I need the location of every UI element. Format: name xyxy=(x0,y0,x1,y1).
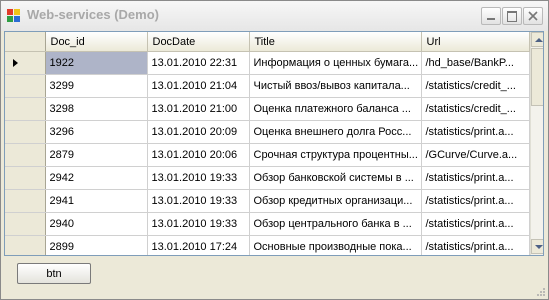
cell-docdate[interactable]: 13.01.2010 20:09 xyxy=(147,120,250,144)
table-row[interactable]: 2941 13.01.2010 19:33 Обзор кредитных ор… xyxy=(5,189,530,213)
row-header[interactable] xyxy=(5,212,46,236)
column-header-title[interactable]: Title xyxy=(249,32,422,52)
row-pointer-icon xyxy=(13,59,18,67)
cell-docdate[interactable]: 13.01.2010 21:00 xyxy=(147,97,250,121)
cell-docdate[interactable]: 13.01.2010 17:24 xyxy=(147,235,250,255)
column-header-docdate[interactable]: DocDate xyxy=(147,32,250,52)
row-header[interactable] xyxy=(5,235,46,255)
cell-title[interactable]: Чистый ввоз/вывоз капитала... xyxy=(249,74,422,98)
header-row: Doc_id DocDate Title Url xyxy=(5,32,530,52)
cell-title[interactable]: Обзор центрального банка в ... xyxy=(249,212,422,236)
cell-doc-id[interactable]: 2899 xyxy=(45,235,148,255)
cell-title[interactable]: Основные производные пока... xyxy=(249,235,422,255)
cell-url[interactable]: /hd_base/BankP... xyxy=(421,51,530,75)
row-header[interactable] xyxy=(5,143,46,167)
maximize-button[interactable] xyxy=(502,7,522,25)
row-header[interactable] xyxy=(5,120,46,144)
cell-title[interactable]: Оценка внешнего долга Росс... xyxy=(249,120,422,144)
close-icon xyxy=(528,11,538,21)
cell-docdate[interactable]: 13.01.2010 19:33 xyxy=(147,189,250,213)
cell-title[interactable]: Информация о ценных бумага... xyxy=(249,51,422,75)
minimize-icon xyxy=(487,18,495,20)
cell-title[interactable]: Оценка платежного баланса ... xyxy=(249,97,422,121)
cell-title[interactable]: Обзор банковской системы в ... xyxy=(249,166,422,190)
column-header-url[interactable]: Url xyxy=(421,32,530,52)
cell-docdate[interactable]: 13.01.2010 20:06 xyxy=(147,143,250,167)
minimize-button[interactable] xyxy=(481,7,501,25)
row-header[interactable] xyxy=(5,189,46,213)
table-row[interactable]: 1922 13.01.2010 22:31 Информация о ценны… xyxy=(5,51,530,75)
table-row[interactable]: 2879 13.01.2010 20:06 Срочная структура … xyxy=(5,143,530,167)
cell-url[interactable]: /statistics/print.a... xyxy=(421,189,530,213)
scroll-thumb[interactable] xyxy=(531,48,543,106)
table-row[interactable]: 2940 13.01.2010 19:33 Обзор центрального… xyxy=(5,212,530,236)
scroll-down-button[interactable] xyxy=(531,239,543,254)
arrow-down-icon xyxy=(535,245,543,249)
table-row[interactable]: 3298 13.01.2010 21:00 Оценка платежного … xyxy=(5,97,530,121)
cell-doc-id[interactable]: 3296 xyxy=(45,120,148,144)
maximize-icon xyxy=(507,11,517,22)
cell-docdate[interactable]: 13.01.2010 21:04 xyxy=(147,74,250,98)
table-row[interactable]: 2899 13.01.2010 17:24 Основные производн… xyxy=(5,235,530,255)
app-icon xyxy=(7,9,21,23)
app-window: Web-services (Demo) Doc_id DocDate Title xyxy=(0,0,549,300)
cell-url[interactable]: /statistics/credit_... xyxy=(421,97,530,121)
table-row[interactable]: 2942 13.01.2010 19:33 Обзор банковской с… xyxy=(5,166,530,190)
title-bar[interactable]: Web-services (Demo) xyxy=(1,1,548,31)
cell-docdate[interactable]: 13.01.2010 19:33 xyxy=(147,212,250,236)
grid-table: Doc_id DocDate Title Url 1922 13.01.2010… xyxy=(5,32,530,255)
cell-title[interactable]: Обзор кредитных организаци... xyxy=(249,189,422,213)
cell-url[interactable]: /statistics/print.a... xyxy=(421,212,530,236)
arrow-up-icon xyxy=(535,38,543,42)
scroll-up-button[interactable] xyxy=(531,32,543,47)
cell-url[interactable]: /GCurve/Curve.a... xyxy=(421,143,530,167)
cell-doc-id[interactable]: 2940 xyxy=(45,212,148,236)
btn-button[interactable]: btn xyxy=(17,263,91,284)
data-grid[interactable]: Doc_id DocDate Title Url 1922 13.01.2010… xyxy=(4,31,544,256)
corner-header xyxy=(5,32,46,52)
table-row[interactable]: 3296 13.01.2010 20:09 Оценка внешнего до… xyxy=(5,120,530,144)
column-header-doc-id[interactable]: Doc_id xyxy=(45,32,148,52)
cell-doc-id[interactable]: 3299 xyxy=(45,74,148,98)
row-header[interactable] xyxy=(5,74,46,98)
resize-grip-icon[interactable] xyxy=(534,287,546,297)
cell-url[interactable]: /statistics/print.a... xyxy=(421,235,530,255)
cell-url[interactable]: /statistics/print.a... xyxy=(421,166,530,190)
row-header[interactable] xyxy=(5,51,46,75)
vertical-scrollbar[interactable] xyxy=(530,32,543,255)
table-row[interactable]: 3299 13.01.2010 21:04 Чистый ввоз/вывоз … xyxy=(5,74,530,98)
close-button[interactable] xyxy=(523,7,543,25)
cell-title[interactable]: Срочная структура процентны... xyxy=(249,143,422,167)
cell-doc-id[interactable]: 2942 xyxy=(45,166,148,190)
cell-url[interactable]: /statistics/print.a... xyxy=(421,120,530,144)
cell-doc-id[interactable]: 2879 xyxy=(45,143,148,167)
cell-doc-id[interactable]: 1922 xyxy=(45,51,148,75)
row-header[interactable] xyxy=(5,166,46,190)
cell-docdate[interactable]: 13.01.2010 22:31 xyxy=(147,51,250,75)
cell-url[interactable]: /statistics/credit_... xyxy=(421,74,530,98)
cell-doc-id[interactable]: 3298 xyxy=(45,97,148,121)
row-header[interactable] xyxy=(5,97,46,121)
cell-doc-id[interactable]: 2941 xyxy=(45,189,148,213)
window-title: Web-services (Demo) xyxy=(27,7,159,22)
cell-docdate[interactable]: 13.01.2010 19:33 xyxy=(147,166,250,190)
